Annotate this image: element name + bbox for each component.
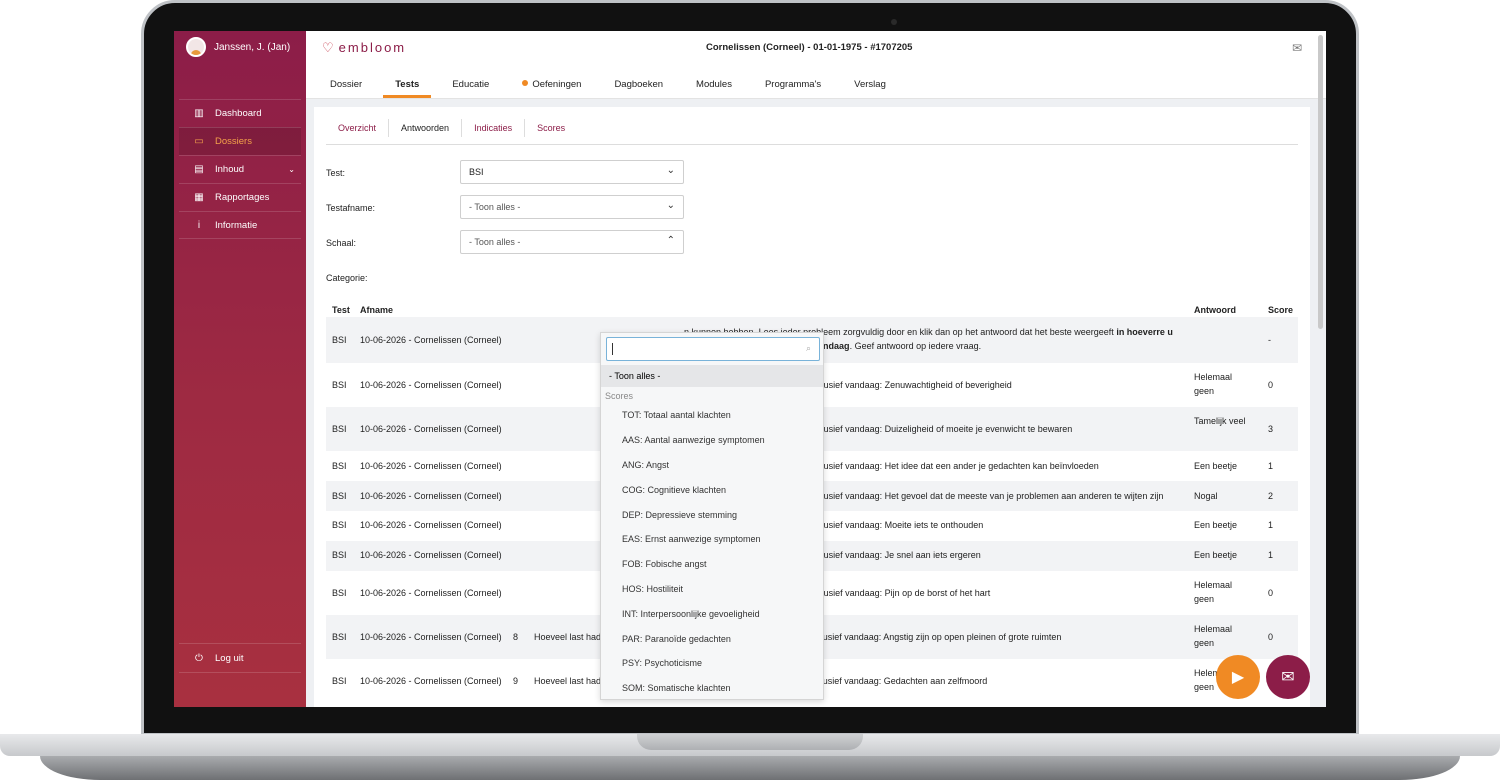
sidebar-item-inhoud[interactable]: ▤ Inhoud ⌄ xyxy=(179,155,301,183)
tab-educatie[interactable]: Educatie xyxy=(440,73,501,98)
header-afname: Afname xyxy=(360,305,394,315)
sidebar-item-label: Informatie xyxy=(215,219,258,231)
dropdown-option[interactable]: COG: Cognitieve klachten xyxy=(622,485,726,495)
main-tabs: Dossier Tests Educatie Oefeningen Dagboe… xyxy=(318,73,907,98)
tab-modules[interactable]: Modules xyxy=(684,73,744,98)
dropdown-option[interactable]: HOS: Hostiliteit xyxy=(622,584,683,594)
sidebar-item-label: Rapportages xyxy=(215,192,270,203)
subtab-overzicht[interactable]: Overzicht xyxy=(326,119,390,137)
logout-button[interactable]: ⏻ Log uit xyxy=(179,643,301,673)
testafname-select[interactable]: - Toon alles - ⌄ xyxy=(460,195,684,219)
cell-afname: 10-06-2026 - Cornelissen (Corneel) xyxy=(360,335,502,345)
sidebar-item-informatie[interactable]: i Informatie xyxy=(179,211,301,239)
chat-icon: ✉ xyxy=(1281,669,1295,686)
dropdown-option[interactable]: TOT: Totaal aantal klachten xyxy=(622,410,731,420)
chat-button[interactable]: ✉ xyxy=(1266,655,1310,699)
chevron-down-icon: ⌄ xyxy=(666,165,675,176)
header-test: Test xyxy=(332,305,350,315)
logo-mark-icon: ♡ xyxy=(322,40,336,55)
logout-label: Log uit xyxy=(215,652,244,664)
folder-icon: ▭ xyxy=(194,136,204,147)
testafname-select-value: - Toon alles - xyxy=(469,202,521,212)
subtab-indicaties[interactable]: Indicaties xyxy=(462,119,526,137)
scrollbar[interactable] xyxy=(1318,35,1323,329)
dropdown-option[interactable]: EAS: Ernst aanwezige symptomen xyxy=(622,534,761,544)
avatar xyxy=(186,37,206,57)
sidebar-nav: ▥ Dashboard ▭ Dossiers ▤ Inhoud ⌄ ▦ Rapp… xyxy=(179,99,301,239)
sidebar: Janssen, J. (Jan) ▥ Dashboard ▭ Dossiers… xyxy=(174,31,306,707)
dropdown-option[interactable]: PAR: Paranoïde gedachten xyxy=(622,634,731,644)
tab-dagboeken[interactable]: Dagboeken xyxy=(602,73,675,98)
cell-test: BSI xyxy=(332,335,347,345)
sidebar-item-dashboard[interactable]: ▥ Dashboard xyxy=(179,99,301,127)
schaal-select[interactable]: - Toon alles - ⌃ xyxy=(460,230,684,254)
cell-score: - xyxy=(1268,335,1271,345)
power-icon: ⏻ xyxy=(195,652,203,664)
dropdown-search-input[interactable] xyxy=(606,337,820,361)
dropdown-option[interactable]: SOM: Somatische klachten xyxy=(622,683,731,693)
text-cursor xyxy=(612,343,613,355)
dropdown-option-all[interactable]: - Toon alles - xyxy=(601,365,823,387)
video-icon: ▶ xyxy=(1231,669,1245,686)
header-score: Score xyxy=(1268,305,1294,315)
header-antwoord: Antwoord xyxy=(1194,305,1236,315)
tab-dossier[interactable]: Dossier xyxy=(318,73,374,98)
dropdown-group-label: Scores xyxy=(605,391,634,401)
sidebar-item-dossiers[interactable]: ▭ Dossiers xyxy=(179,127,301,155)
user-name: Janssen, J. (Jan) xyxy=(214,41,291,53)
chevron-down-icon: ⌄ xyxy=(666,200,675,211)
dropdown-option[interactable]: INT: Interpersoonlijke gevoeligheid xyxy=(622,609,760,619)
test-select[interactable]: BSI ⌄ xyxy=(460,160,684,184)
tab-label: Oefeningen xyxy=(532,79,582,90)
search-icon: ⌕ xyxy=(805,343,811,353)
chevron-down-icon: ⌄ xyxy=(288,165,295,174)
testafname-label: Testafname: xyxy=(326,203,376,213)
sidebar-item-label: Dossiers xyxy=(215,136,252,147)
categorie-label: Categorie: xyxy=(326,273,368,283)
bar-chart-icon: ▥ xyxy=(194,108,204,119)
patient-title: Cornelissen (Corneel) - 01-01-1975 - #17… xyxy=(706,42,913,53)
chevron-up-icon: ⌃ xyxy=(666,235,675,246)
mail-icon[interactable]: ✉ xyxy=(1292,41,1302,55)
content-card: Overzicht Antwoorden Indicaties Scores T… xyxy=(314,107,1310,707)
tab-programmas[interactable]: Programma's xyxy=(753,73,833,98)
logo-text: embloom xyxy=(338,40,407,55)
dropdown-option[interactable]: ANG: Angst xyxy=(622,460,669,470)
laptop-base xyxy=(0,734,1500,784)
test-select-value: BSI xyxy=(469,167,484,177)
content-icon: ▤ xyxy=(194,164,204,175)
dropdown-option[interactable]: DEP: Depressieve stemming xyxy=(622,510,737,520)
notification-dot-icon xyxy=(522,80,529,86)
schaal-label: Schaal: xyxy=(326,238,357,248)
schaal-dropdown: ⌕ - Toon alles - Scores TOT: Totaal aant… xyxy=(600,332,824,700)
logo[interactable]: ♡ embloom xyxy=(322,40,406,56)
sidebar-item-label: Inhoud xyxy=(215,164,245,175)
test-label: Test: xyxy=(326,168,346,178)
info-icon: i xyxy=(197,219,201,231)
sidebar-item-label: Dashboard xyxy=(215,108,262,119)
dropdown-option[interactable]: PSY: Psychoticisme xyxy=(622,658,702,668)
app-screen: Janssen, J. (Jan) ▥ Dashboard ▭ Dossiers… xyxy=(174,31,1326,707)
report-icon: ▦ xyxy=(194,192,204,203)
dropdown-option[interactable]: FOB: Fobische angst xyxy=(622,559,707,569)
tab-tests[interactable]: Tests xyxy=(383,73,432,98)
video-call-button[interactable]: ▶ xyxy=(1216,655,1260,699)
top-header: ♡ embloom Cornelissen (Corneel) - 01-01-1… xyxy=(306,31,1326,99)
sidebar-item-rapportages[interactable]: ▦ Rapportages xyxy=(179,183,301,211)
dropdown-option[interactable]: AAS: Aantal aanwezige symptomen xyxy=(622,435,765,445)
subtab-scores[interactable]: Scores xyxy=(525,119,577,137)
subtab-antwoorden[interactable]: Antwoorden xyxy=(389,119,463,137)
sub-tabs: Overzicht Antwoorden Indicaties Scores xyxy=(326,119,1298,145)
tab-oefeningen[interactable]: Oefeningen xyxy=(510,73,593,98)
tab-verslag[interactable]: Verslag xyxy=(842,73,898,98)
schaal-select-value: - Toon alles - xyxy=(469,237,521,247)
camera-dot xyxy=(891,19,897,25)
user-profile[interactable]: Janssen, J. (Jan) xyxy=(186,37,290,57)
